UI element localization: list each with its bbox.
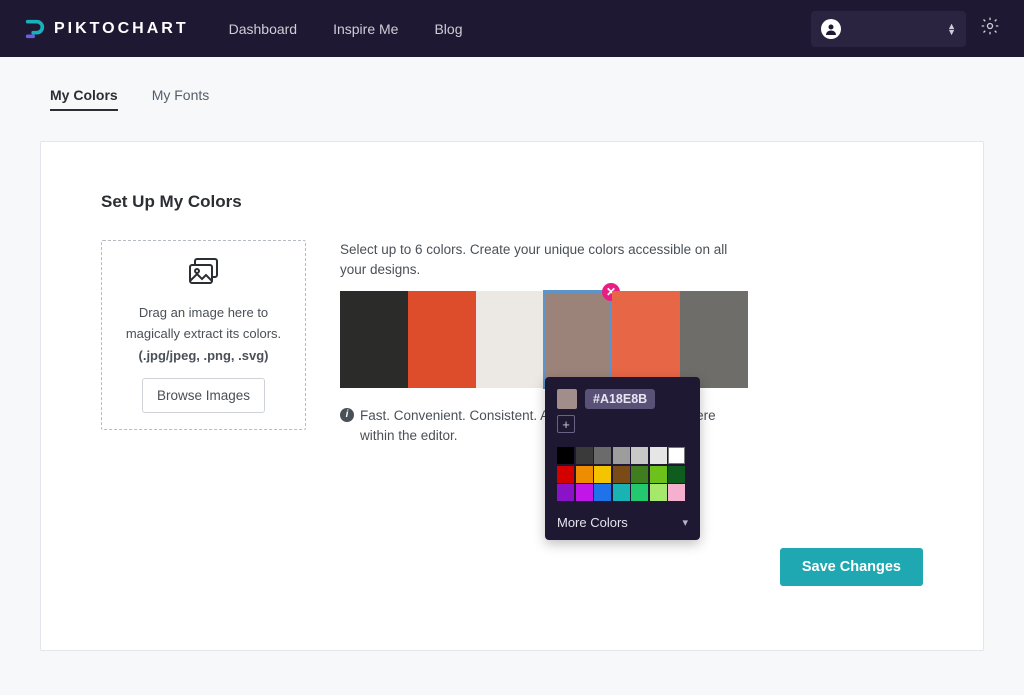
topbar-right: ▲▼ <box>811 11 1000 47</box>
topbar: PIKTOCHART Dashboard Inspire Me Blog ▲▼ <box>0 0 1024 57</box>
gear-icon[interactable] <box>980 16 1000 41</box>
color-swatch[interactable]: ✕ <box>544 291 612 388</box>
picker-add-button[interactable]: + <box>557 415 575 433</box>
color-swatch[interactable] <box>612 291 680 388</box>
palette-color[interactable] <box>631 447 648 464</box>
chevron-down-icon: ▾ <box>682 516 688 529</box>
logo-text: PIKTOCHART <box>54 20 189 38</box>
page-title: Set Up My Colors <box>101 192 923 212</box>
browse-images-button[interactable]: Browse Images <box>142 378 265 413</box>
palette-color[interactable] <box>576 447 593 464</box>
palette-color[interactable] <box>576 466 593 483</box>
dropzone-formats: (.jpg/jpeg, .png, .svg) <box>139 346 269 366</box>
nav-dashboard[interactable]: Dashboard <box>229 21 298 37</box>
palette-color[interactable] <box>613 484 630 501</box>
palette-color[interactable] <box>613 447 630 464</box>
palette-color[interactable] <box>557 484 574 501</box>
avatar <box>821 19 841 39</box>
color-picker-popover: #A18E8B + More Colors ▾ <box>545 377 700 540</box>
palette-color[interactable] <box>668 484 685 501</box>
palette-color[interactable] <box>650 484 667 501</box>
nav-blog[interactable]: Blog <box>434 21 462 37</box>
color-swatch[interactable] <box>476 291 544 388</box>
palette-color[interactable] <box>613 466 630 483</box>
more-colors-toggle[interactable]: More Colors ▾ <box>557 513 688 530</box>
palette-color[interactable] <box>631 484 648 501</box>
palette-color[interactable] <box>668 447 685 464</box>
palette-color[interactable] <box>594 466 611 483</box>
picker-preview-swatch <box>557 389 577 409</box>
color-swatch[interactable] <box>340 291 408 388</box>
logo[interactable]: PIKTOCHART <box>24 18 189 40</box>
save-changes-button[interactable]: Save Changes <box>780 548 923 586</box>
palette-color[interactable] <box>594 484 611 501</box>
nav-inspire-me[interactable]: Inspire Me <box>333 21 398 37</box>
picker-header: #A18E8B <box>557 389 688 409</box>
panel: Set Up My Colors Drag an image here to m… <box>40 141 984 651</box>
user-menu[interactable]: ▲▼ <box>811 11 966 47</box>
palette-color[interactable] <box>557 466 574 483</box>
top-nav: Dashboard Inspire Me Blog <box>229 21 463 37</box>
palette-color[interactable] <box>576 484 593 501</box>
chevron-updown-icon: ▲▼ <box>947 23 956 35</box>
palette-color[interactable] <box>650 447 667 464</box>
palette-color[interactable] <box>557 447 574 464</box>
dropzone-line2: magically extract its colors. <box>126 324 281 344</box>
dropzone-line1: Drag an image here to <box>139 303 268 323</box>
palette-color[interactable] <box>668 466 685 483</box>
palette-color[interactable] <box>594 447 611 464</box>
image-icon <box>187 257 221 293</box>
topbar-left: PIKTOCHART Dashboard Inspire Me Blog <box>24 18 462 40</box>
logo-icon <box>24 18 46 40</box>
instructions: Select up to 6 colors. Create your uniqu… <box>340 240 740 281</box>
color-swatch[interactable] <box>680 291 748 388</box>
columns: Drag an image here to magically extract … <box>101 240 923 447</box>
palette-color[interactable] <box>631 466 648 483</box>
palette-color[interactable] <box>650 466 667 483</box>
info-icon: i <box>340 408 354 422</box>
color-swatch[interactable] <box>408 291 476 388</box>
tab-my-fonts[interactable]: My Fonts <box>152 87 210 111</box>
image-dropzone[interactable]: Drag an image here to magically extract … <box>101 240 306 430</box>
tab-bar: My Colors My Fonts <box>40 77 984 121</box>
swatch-row: ✕ <box>340 291 923 388</box>
picker-hex-input[interactable]: #A18E8B <box>585 389 655 409</box>
tab-my-colors[interactable]: My Colors <box>50 87 118 111</box>
more-colors-label: More Colors <box>557 515 628 530</box>
palette-grid <box>557 447 688 501</box>
content: My Colors My Fonts Set Up My Colors Drag… <box>0 57 1024 671</box>
